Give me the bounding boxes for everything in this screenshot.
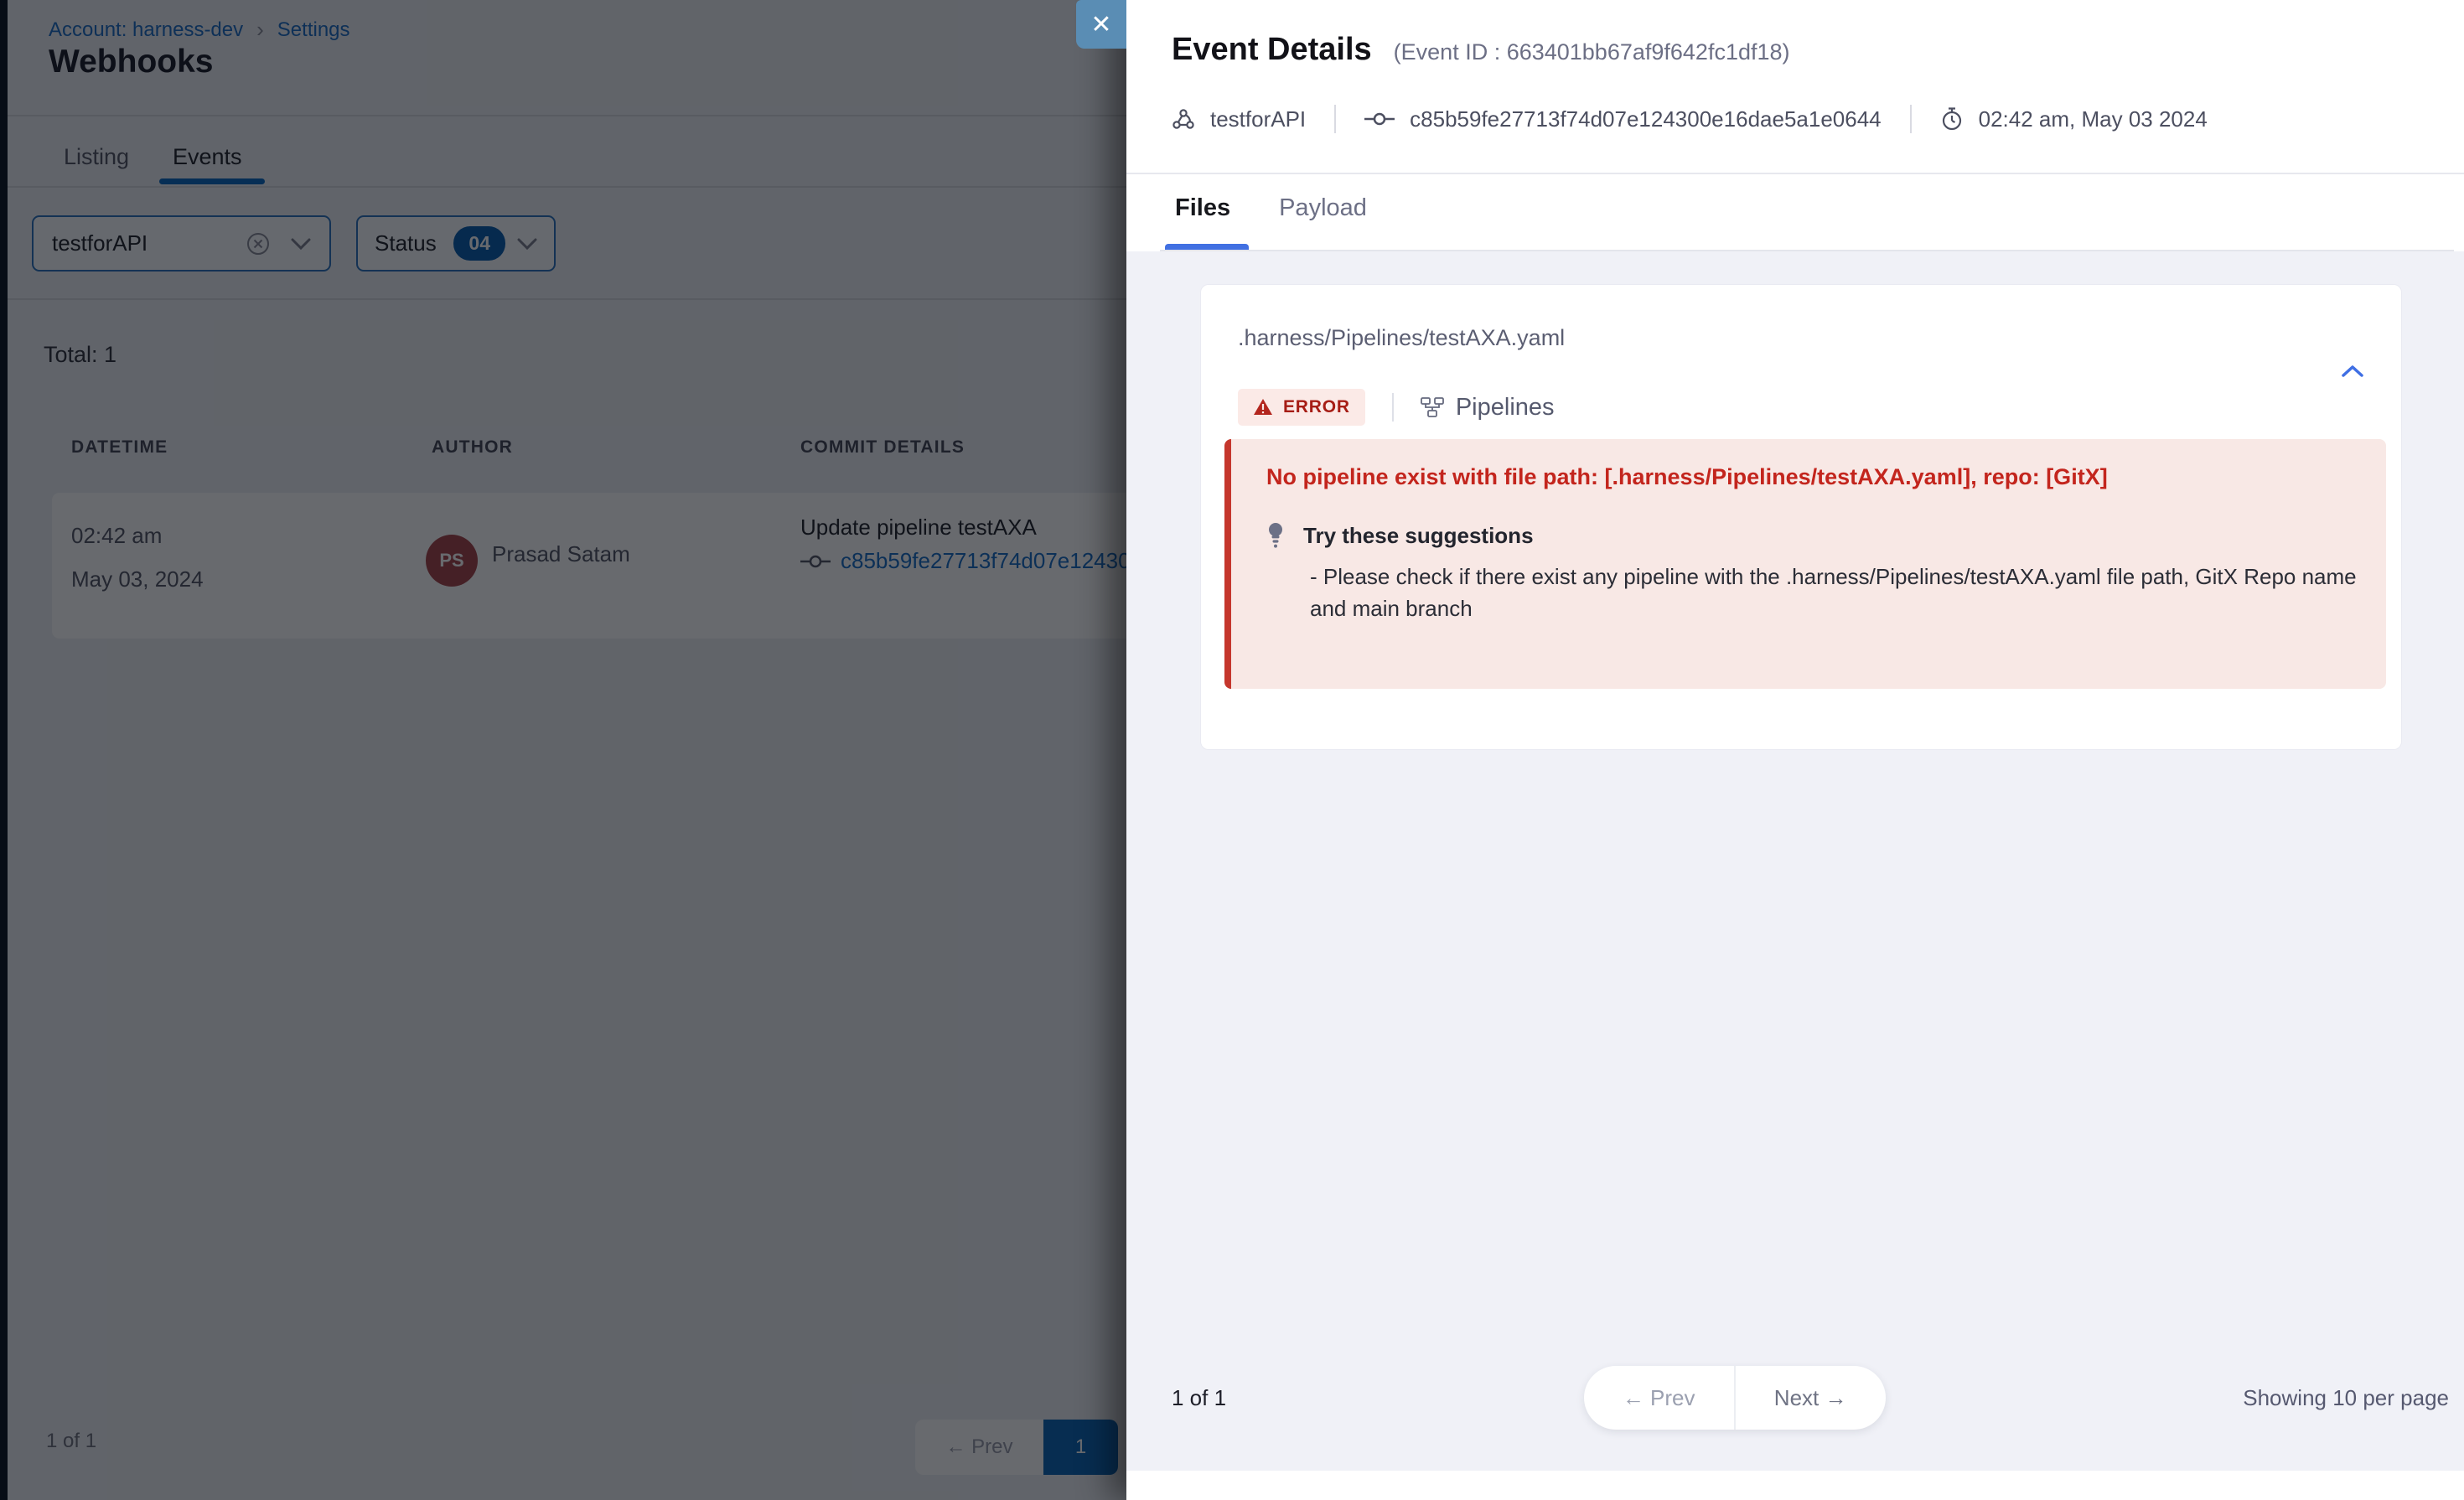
page-count-summary: 1 of 1 — [1172, 1385, 1226, 1411]
drawer-header-divider — [1126, 173, 2464, 174]
prev-next-controls: ← Prev Next → — [1584, 1366, 1886, 1430]
event-meta-row: testforAPI c85b59fe27713f74d07e124300e16… — [1172, 102, 2208, 136]
prev-button[interactable]: ← Prev — [1584, 1366, 1734, 1430]
lightbulb-icon — [1266, 522, 1285, 549]
meta-divider — [1334, 105, 1336, 133]
tab-payload[interactable]: Payload — [1279, 194, 1367, 222]
close-icon: ✕ — [1090, 10, 1111, 39]
close-drawer-button[interactable]: ✕ — [1076, 0, 1126, 49]
meta-divider — [1910, 105, 1912, 133]
active-tab-underline — [1165, 244, 1249, 250]
drawer-tabs: Files Payload — [1175, 194, 1367, 222]
webhook-icon — [1172, 107, 1195, 131]
clock-icon — [1940, 106, 1964, 132]
event-commit-sha: c85b59fe27713f74d07e124300e16dae5a1e0644 — [1410, 106, 1881, 132]
error-message-text: No pipeline exist with file path: [.harn… — [1266, 464, 2353, 490]
file-path-label: .harness/Pipelines/testAXA.yaml — [1238, 325, 1565, 351]
file-result-card: .harness/Pipelines/testAXA.yaml ERROR — [1200, 284, 2402, 750]
suggestions-title: Try these suggestions — [1303, 523, 1534, 549]
tab-files[interactable]: Files — [1175, 194, 1230, 222]
entity-type: Pipelines — [1421, 394, 1555, 422]
error-message-box: No pipeline exist with file path: [.harn… — [1224, 439, 2386, 689]
warning-triangle-icon — [1253, 398, 1273, 416]
error-status-badge: ERROR — [1238, 389, 1365, 426]
suggestions-header: Try these suggestions — [1266, 522, 2353, 549]
badge-divider — [1392, 393, 1394, 422]
drawer-title: Event Details — [1172, 32, 1372, 68]
entity-type-label: Pipelines — [1456, 394, 1555, 422]
drawer-header: Event Details (Event ID : 663401bb67af9f… — [1172, 32, 1790, 68]
event-details-drawer: ✕ Event Details (Event ID : 663401bb67af… — [1126, 0, 2464, 1500]
webhooks-events-screen: Account: harness-dev › Settings Webhooks… — [0, 0, 2464, 1500]
event-datetime: 02:42 am, May 03 2024 — [1979, 106, 2208, 132]
files-tab-panel: .harness/Pipelines/testAXA.yaml ERROR — [1126, 251, 2464, 1471]
error-badge-label: ERROR — [1283, 397, 1350, 417]
suggestions-text: - Please check if there exist any pipeli… — [1310, 561, 2358, 624]
drawer-pagination: 1 of 1 ← Prev Next → Showing 10 per page — [1172, 1365, 2449, 1430]
commit-icon — [1364, 111, 1395, 127]
next-button[interactable]: Next → — [1736, 1366, 1886, 1430]
pipelines-icon — [1421, 397, 1444, 417]
per-page-label: Showing 10 per page — [2243, 1385, 2449, 1411]
status-row: ERROR Pipelines — [1238, 387, 1555, 427]
webhook-name: testforAPI — [1210, 106, 1306, 132]
collapse-card-button chevron-up-icon[interactable] — [2341, 364, 2364, 379]
event-id-label: (Event ID : 663401bb67af9f642fc1df18) — [1394, 39, 1790, 65]
